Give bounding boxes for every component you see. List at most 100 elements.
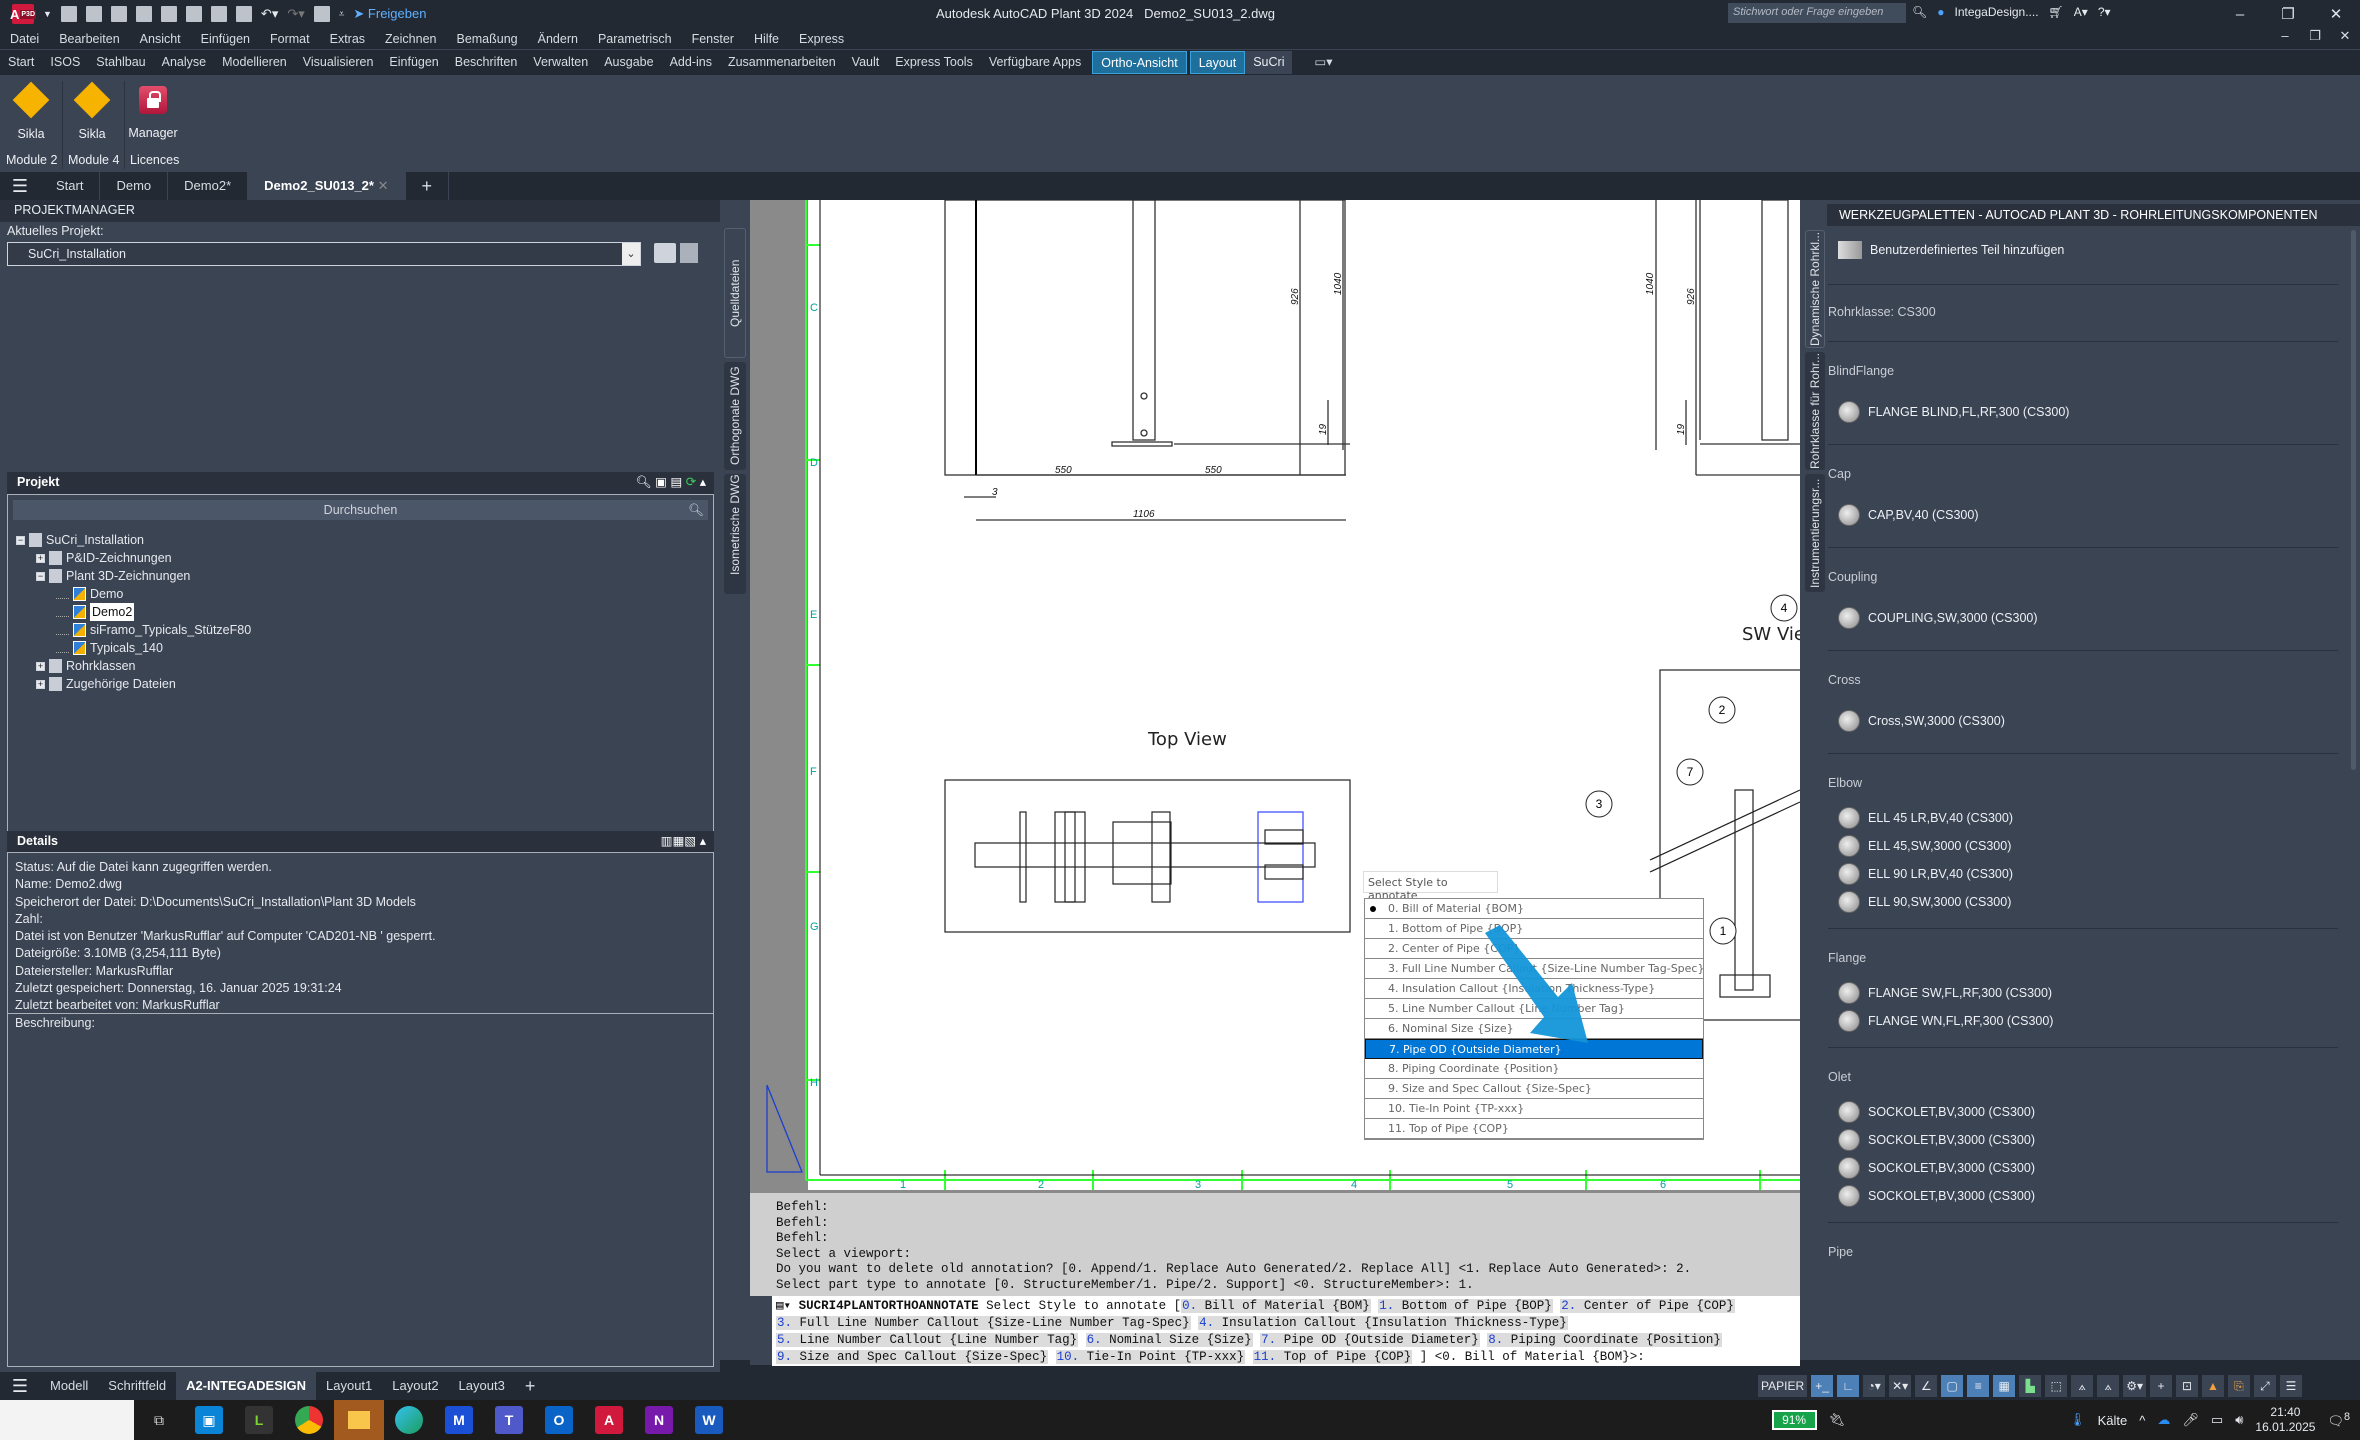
ribbon-tab-isos[interactable]: ISOS <box>42 51 88 74</box>
restore-button[interactable]: ❐ <box>2264 0 2312 28</box>
palette-scrollbar[interactable] <box>2351 230 2356 770</box>
minimize-button[interactable]: – <box>2216 0 2264 28</box>
menu-datei[interactable]: Datei <box>0 32 49 46</box>
annotate-style-option[interactable]: 11. Top of Pipe {COP} <box>1365 1119 1703 1139</box>
user-icon[interactable]: ● <box>1937 5 1944 19</box>
polar-icon[interactable]: ◔▾ <box>1863 1375 1886 1397</box>
ribbon-tab-sucri[interactable]: SuCri <box>1245 51 1293 74</box>
ribbon-tab-analyse[interactable]: Analyse <box>154 51 214 74</box>
collapse-icon[interactable]: ▴ <box>700 475 706 489</box>
hamburger-menu-icon[interactable]: ☰ <box>0 176 40 197</box>
balloon-4[interactable]: 4 <box>1770 594 1798 622</box>
close-tab-icon[interactable]: ✕ <box>378 178 389 193</box>
command-prompt-icon[interactable]: ▤▾ <box>776 1299 799 1313</box>
menu-parametrisch[interactable]: Parametrisch <box>588 32 682 46</box>
microphone-icon[interactable]: 🎤︎ <box>2182 1412 2199 1428</box>
close-button[interactable]: ✕ <box>2312 0 2360 28</box>
word-icon[interactable]: W <box>695 1406 723 1434</box>
ribbon-tab-modellieren[interactable]: Modellieren <box>214 51 295 74</box>
lineweight-icon[interactable]: ≡ <box>1967 1375 1990 1397</box>
ribbon-tab-ortho-ansicht[interactable]: Ortho-Ansicht <box>1092 51 1187 74</box>
add-layout-button[interactable]: + <box>515 1372 546 1400</box>
history-icon[interactable]: ▧ <box>684 834 696 848</box>
chrome-icon[interactable] <box>295 1406 323 1434</box>
ribbon-minimize-toggle[interactable]: ▭▾ <box>1306 51 1340 74</box>
menu-express[interactable]: Express <box>789 32 854 46</box>
palette-tool-item[interactable]: ELL 90,SW,3000 (CS300) <box>1828 888 2338 916</box>
palette-tool-item[interactable]: ELL 45 LR,BV,40 (CS300) <box>1828 804 2338 832</box>
tray-expand-icon[interactable]: ^ <box>2139 1413 2145 1428</box>
snap-icon[interactable]: +_ <box>1811 1375 1834 1397</box>
palette-tool-item[interactable]: SOCKOLET,BV,3000 (CS300) <box>1828 1182 2338 1210</box>
palette-tool-item[interactable]: FLANGE SW,FL,RF,300 (CS300) <box>1828 979 2338 1007</box>
palette-tool-item[interactable]: COUPLING,SW,3000 (CS300) <box>1828 598 2338 638</box>
new-tab-button[interactable]: + <box>406 172 450 200</box>
calendar-app-icon[interactable]: ▣ <box>195 1406 223 1434</box>
palette-tool-item[interactable]: SOCKOLET,BV,3000 (CS300) <box>1828 1126 2338 1154</box>
palette-tool-item[interactable]: Cross,SW,3000 (CS300) <box>1828 701 2338 741</box>
balloon-7[interactable]: 7 <box>1676 758 1704 786</box>
save-as-icon[interactable] <box>135 6 152 22</box>
battery-indicator[interactable]: 91% <box>1771 1410 1817 1430</box>
layout-tab-schriftfeld[interactable]: Schriftfeld <box>98 1372 176 1400</box>
expand-icon[interactable]: + <box>36 553 45 563</box>
add-custom-part-button[interactable]: Benutzerdefiniertes Teil hinzufügen <box>1828 230 2338 270</box>
expand-icon[interactable]: + <box>36 679 45 689</box>
add-drawing-icon[interactable]: ▣ <box>655 475 667 489</box>
balloon-2[interactable]: 2 <box>1708 696 1736 724</box>
cart-icon[interactable]: 🛒︎ <box>2049 5 2064 19</box>
ribbon-tab-layout[interactable]: Layout <box>1189 51 1246 74</box>
settings-gear-icon[interactable]: ⚙▾ <box>2123 1375 2146 1397</box>
palette-tab-rohrklasse[interactable]: Rohrklasse für Rohr... <box>1805 352 1825 470</box>
menu-hilfe[interactable]: Hilfe <box>744 32 789 46</box>
task-view-icon[interactable]: ⧉ <box>145 1406 173 1434</box>
collapse-icon[interactable]: − <box>36 571 45 581</box>
palette-tool-item[interactable]: SOCKOLET,BV,3000 (CS300) <box>1828 1154 2338 1182</box>
notification-icon[interactable]: 🗨︎8 <box>2327 1411 2350 1429</box>
ribbon-tab-einf-gen[interactable]: Einfügen <box>381 51 446 74</box>
ribbon-tab-vault[interactable]: Vault <box>844 51 888 74</box>
weather-label[interactable]: Kälte <box>2098 1413 2128 1428</box>
ribbon-tab-verwalten[interactable]: Verwalten <box>525 51 596 74</box>
command-option[interactable]: 0. Bill of Material {BOM} <box>1181 1299 1371 1313</box>
annotation-visibility-icon[interactable]: ⟑ <box>2071 1375 2094 1397</box>
file-explorer-icon[interactable] <box>334 1400 384 1440</box>
balloon-1[interactable]: 1 <box>1709 917 1737 945</box>
paper-space-toggle[interactable]: PAPIER <box>1758 1375 1808 1397</box>
menu-einfuegen[interactable]: Einfügen <box>191 32 260 46</box>
tree-node[interactable]: − Plant 3D-Zeichnungen <box>16 567 251 585</box>
scale-icon[interactable]: ⬚ <box>2045 1375 2068 1397</box>
help-search-input[interactable]: Stichwort oder Frage eingeben <box>1728 3 1906 23</box>
network-icon[interactable]: ▭ <box>2211 1412 2223 1428</box>
palette-tool-item[interactable]: FLANGE BLIND,FL,RF,300 (CS300) <box>1828 392 2338 432</box>
tree-node[interactable]: + Rohrklassen <box>16 657 251 675</box>
file-icon[interactable]: ▥ <box>661 834 673 848</box>
taskbar-search[interactable] <box>0 1400 134 1440</box>
layout-tab-layout2[interactable]: Layout2 <box>382 1372 448 1400</box>
ribbon-tab-visualisieren[interactable]: Visualisieren <box>295 51 382 74</box>
ribbon-tab-ausgabe[interactable]: Ausgabe <box>596 51 661 74</box>
command-option[interactable]: 4. Insulation Callout {Insulation Thickn… <box>1198 1316 1568 1330</box>
menu-bearbeiten[interactable]: Bearbeiten <box>49 32 129 46</box>
menu-ansicht[interactable]: Ansicht <box>130 32 191 46</box>
menu-aendern[interactable]: Ändern <box>528 32 588 46</box>
layout-tab-a2-integadesign[interactable]: A2-INTEGADESIGN <box>176 1372 317 1400</box>
selection-cycling-icon[interactable]: ▙ <box>2019 1375 2042 1397</box>
copy-icon[interactable]: ▤ <box>670 475 682 489</box>
crosshair-icon[interactable]: + <box>2149 1375 2172 1397</box>
annotate-style-option[interactable]: 8. Piping Coordinate {Position} <box>1365 1059 1703 1079</box>
ribbon-tab-beschriften[interactable]: Beschriften <box>447 51 526 74</box>
share-button[interactable]: ➤ Freigeben <box>353 6 426 22</box>
search-icon[interactable]: 🔍︎ <box>636 475 652 489</box>
palette-tool-item[interactable]: SOCKOLET,BV,3000 (CS300) <box>1828 1098 2338 1126</box>
sikla-module2-button[interactable]: Sikla <box>2 81 60 141</box>
ribbon-tab-stahlbau[interactable]: Stahlbau <box>88 51 153 74</box>
tree-node[interactable]: − SuCri_Installation <box>16 531 251 549</box>
edge-icon[interactable] <box>395 1406 423 1434</box>
palette-tool-item[interactable]: ELL 45,SW,3000 (CS300) <box>1828 832 2338 860</box>
command-option[interactable]: 5. Line Number Callout {Line Number Tag} <box>776 1333 1079 1347</box>
layout-tab-layout1[interactable]: Layout1 <box>316 1372 382 1400</box>
menu-bemassung[interactable]: Bemaßung <box>446 32 527 46</box>
collapse-icon[interactable]: ▴ <box>700 834 706 848</box>
expand-icon[interactable]: + <box>36 661 45 671</box>
